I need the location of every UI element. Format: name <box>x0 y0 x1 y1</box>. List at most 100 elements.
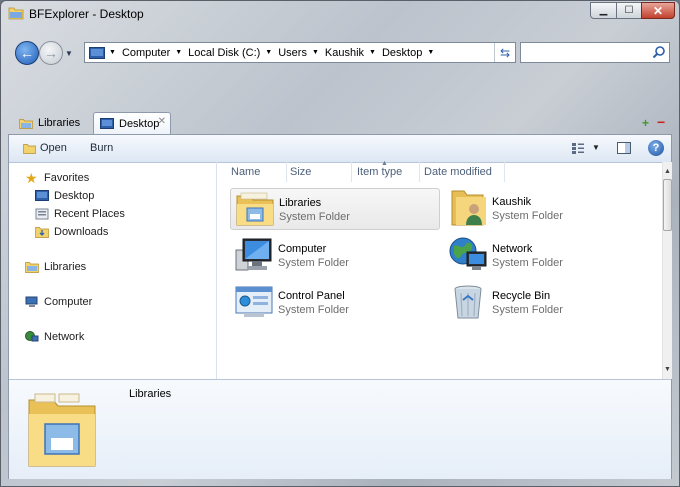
open-button[interactable]: Open <box>23 142 67 154</box>
vertical-scrollbar[interactable]: ▲ ▼ <box>662 162 672 379</box>
file-list-pane: Name Size ▲ Item type Date modified Libr… <box>217 160 662 379</box>
libraries-icon <box>19 118 33 129</box>
explorer-content: Open Burn ▼ ? ★ Favorites Desktop Recent… <box>8 134 672 479</box>
recent-places-icon <box>35 208 49 220</box>
search-icon[interactable] <box>652 45 666 59</box>
list-item-control-panel[interactable]: Control Panel System Folder <box>230 282 440 324</box>
item-name: Kaushik <box>492 196 532 208</box>
views-dropdown[interactable]: ▼ <box>592 143 600 152</box>
item-type: System Folder <box>278 257 349 269</box>
control-panel-icon <box>235 286 273 317</box>
breadcrumb-label: Kaushik <box>324 46 365 59</box>
libraries-folder-large-icon <box>28 393 96 467</box>
nav-favorites[interactable]: ★ Favorites <box>25 170 90 186</box>
libraries-icon <box>25 262 39 273</box>
tab-label: Desktop <box>119 117 160 130</box>
scroll-up-icon[interactable]: ▲ <box>664 168 671 175</box>
scroll-thumb[interactable] <box>663 179 672 231</box>
chevron-down-icon[interactable]: ▼ <box>427 49 434 56</box>
nav-recent-places[interactable]: Recent Places <box>35 208 125 220</box>
arrow-right-icon: → <box>44 45 58 61</box>
explorer-window: BFExplorer - Desktop ▁ ☐ ✕ ← → ▼ ▼ Compu… <box>0 0 680 487</box>
scroll-down-icon[interactable]: ▼ <box>664 366 671 373</box>
network-globe-icon <box>449 237 487 270</box>
list-item-kaushik[interactable]: Kaushik System Folder <box>444 188 654 230</box>
add-tab-button[interactable]: + <box>642 116 649 130</box>
column-date-modified[interactable]: Date modified <box>424 166 492 178</box>
breadcrumb-label: Computer <box>121 46 171 59</box>
title-bar: BFExplorer - Desktop ▁ ☐ ✕ <box>1 1 679 27</box>
chevron-down-icon[interactable]: ▼ <box>175 49 182 56</box>
forward-button[interactable]: → <box>39 41 63 65</box>
column-divider[interactable] <box>504 162 505 182</box>
chevron-down-icon[interactable]: ▼ <box>369 49 376 56</box>
item-type: System Folder <box>492 257 563 269</box>
chevron-down-icon[interactable]: ▼ <box>265 49 272 56</box>
nav-label: Computer <box>44 296 93 308</box>
breadcrumb-desktop[interactable]: Desktop ▼ <box>382 47 434 59</box>
column-divider[interactable] <box>419 162 420 182</box>
breadcrumb-label: Local Disk (C:) <box>188 46 261 59</box>
desktop-icon <box>89 46 105 59</box>
burn-label: Burn <box>90 142 114 154</box>
open-label: Open <box>40 142 67 154</box>
nav-label: Network <box>44 331 85 343</box>
list-item-network[interactable]: Network System Folder <box>444 235 654 277</box>
maximize-button[interactable]: ☐ <box>616 2 642 19</box>
change-view-icon[interactable] <box>571 142 585 155</box>
column-item-type[interactable]: Item type <box>357 166 402 178</box>
item-type: System Folder <box>278 304 349 316</box>
search-input[interactable] <box>520 42 670 63</box>
recent-pages-dropdown[interactable]: ▼ <box>65 49 73 58</box>
desktop-icon <box>35 190 49 201</box>
tab-label: Libraries <box>38 117 81 129</box>
address-bar[interactable]: ▼ Computer ▼ Local Disk (C:) ▼ Users ▼ Kaus… <box>84 42 516 63</box>
refresh-button[interactable]: ⇆ <box>494 43 515 62</box>
breadcrumb-users[interactable]: Users ▼ <box>278 47 319 59</box>
tab-libraries[interactable]: Libraries <box>11 112 81 134</box>
list-item-recycle-bin[interactable]: Recycle Bin System Folder <box>444 282 654 324</box>
item-name: Recycle Bin <box>492 290 551 302</box>
app-folder-icon <box>8 7 24 20</box>
column-size[interactable]: Size <box>290 166 311 178</box>
item-name: Control Panel <box>278 290 345 302</box>
nav-computer[interactable]: Computer <box>25 296 92 308</box>
remove-tab-button[interactable]: − <box>657 114 665 130</box>
minimize-button[interactable]: ▁ <box>590 2 617 19</box>
help-icon[interactable]: ? <box>648 140 664 156</box>
nav-label: Recent Places <box>54 208 125 220</box>
item-type: System Folder <box>492 210 563 222</box>
breadcrumb-computer[interactable]: Computer ▼ <box>122 47 182 59</box>
star-icon: ★ <box>25 170 38 186</box>
details-pane: Libraries <box>9 379 671 479</box>
nav-label: Favorites <box>44 172 90 184</box>
network-icon <box>25 331 39 342</box>
nav-network[interactable]: Network <box>25 331 84 343</box>
item-type: System Folder <box>492 304 563 316</box>
breadcrumb-local-disk[interactable]: Local Disk (C:) ▼ <box>188 47 272 59</box>
back-button[interactable]: ← <box>15 41 39 65</box>
close-tab-icon[interactable]: ✕ <box>158 116 166 127</box>
navigation-pane: ★ Favorites Desktop Recent Places Downlo… <box>9 162 217 379</box>
user-folder-icon <box>451 190 486 226</box>
list-item-libraries[interactable]: Libraries System Folder <box>230 188 440 230</box>
breadcrumb-kaushik[interactable]: Kaushik ▼ <box>325 47 376 59</box>
close-button[interactable]: ✕ <box>641 2 675 19</box>
item-name: Network <box>492 243 533 255</box>
column-divider[interactable] <box>286 162 287 182</box>
item-name: Libraries <box>279 197 322 209</box>
chevron-down-icon[interactable]: ▼ <box>312 49 319 56</box>
nav-libraries[interactable]: Libraries <box>25 261 86 273</box>
computer-icon <box>25 296 38 307</box>
nav-downloads[interactable]: Downloads <box>35 226 108 238</box>
refresh-icon: ⇆ <box>499 45 511 60</box>
nav-desktop[interactable]: Desktop <box>35 190 94 202</box>
tab-desktop[interactable]: Desktop ✕ <box>93 112 171 134</box>
list-item-computer[interactable]: Computer System Folder <box>230 235 440 277</box>
breadcrumb-root-arrow[interactable]: ▼ <box>109 49 116 56</box>
libraries-folder-icon <box>236 192 274 226</box>
column-divider[interactable] <box>351 162 352 182</box>
burn-button[interactable]: Burn <box>90 142 113 154</box>
preview-pane-icon[interactable] <box>617 142 631 154</box>
column-name[interactable]: Name <box>231 166 260 178</box>
